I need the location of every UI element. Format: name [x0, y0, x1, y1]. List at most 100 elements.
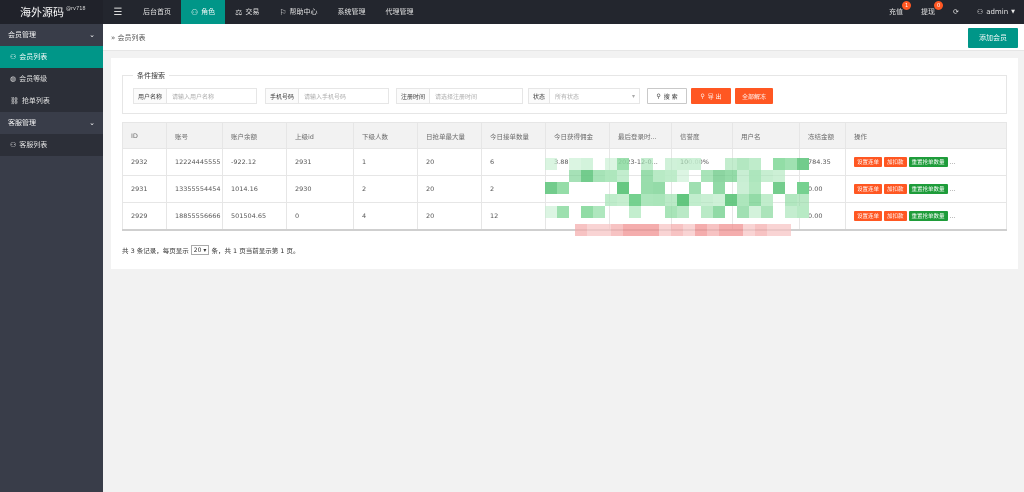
- col-credit[interactable]: 信誉度: [671, 122, 733, 149]
- globe-icon: ◍: [10, 75, 17, 83]
- breadcrumb-current: 会员列表: [117, 34, 146, 42]
- status-select[interactable]: 所有状态 ▾: [550, 88, 641, 104]
- phone-input[interactable]: 请输入手机号码: [299, 88, 390, 104]
- page-size-select[interactable]: 20 ▾: [190, 245, 210, 255]
- col-username[interactable]: 用户名: [732, 122, 800, 149]
- set-order-button[interactable]: 设置连单: [854, 210, 883, 221]
- reset-orders-button[interactable]: 重置抢单数量: [908, 210, 948, 221]
- cell-username: [732, 148, 800, 176]
- nav-role[interactable]: ⚇ 角色: [181, 0, 226, 24]
- cell-username: [732, 202, 800, 231]
- export-button[interactable]: ⚲ 导 出: [691, 88, 731, 104]
- search-button-label: 搜 索: [663, 93, 678, 101]
- flag-icon: ⚐: [279, 7, 287, 17]
- user-icon: ⚇: [976, 8, 984, 16]
- reset-orders-button[interactable]: 重置抢单数量: [908, 184, 948, 194]
- add-deduct-button[interactable]: 加扣款: [884, 184, 907, 194]
- page-size-value: 20: [193, 246, 202, 254]
- cell-actions: 设置连单 加扣款 重置抢单数量...: [845, 148, 1007, 176]
- sidebar-group-service[interactable]: 客服管理 ⌄: [0, 112, 103, 134]
- cell-last-login: [609, 202, 672, 231]
- cell-today-commission: [545, 175, 610, 203]
- sidebar-item-member-list[interactable]: ⚇ 会员列表: [0, 46, 103, 68]
- cell-parent-id: 0: [286, 202, 354, 231]
- refresh-icon[interactable]: ⟳: [944, 0, 968, 24]
- search-button[interactable]: ⚲ 搜 索: [647, 88, 687, 104]
- col-today-orders[interactable]: 今日接单数量: [481, 122, 546, 149]
- nav-system-label: 系统管理: [337, 8, 366, 16]
- cell-actions: 设置连单 加扣款 重置抢单数量...: [845, 175, 1007, 203]
- unlock-all-button[interactable]: 全部解冻: [735, 88, 773, 104]
- chevron-down-icon: ⌄: [89, 31, 95, 39]
- col-balance[interactable]: 账户余额: [222, 122, 287, 149]
- col-sub-count[interactable]: 下级人数: [353, 122, 418, 149]
- sidebar-item-order-list[interactable]: ⛓ 抢单列表: [0, 90, 103, 112]
- pagination: 共 3 条记录，每页显示 20 ▾ 条，共 1 页当前显示第 1 页。: [122, 245, 299, 255]
- admin-menu[interactable]: ⚇ admin ▼: [968, 0, 1024, 24]
- user-icon: ⚇: [191, 7, 199, 17]
- sidebar: 会员管理 ⌄ ⚇ 会员列表 ◍ 会员等级 ⛓ 抢单列表 客服管理 ⌄ ⚇ 客服列…: [0, 24, 103, 492]
- col-parent-id[interactable]: 上级id: [286, 122, 354, 149]
- col-frozen[interactable]: 冻结金额: [799, 122, 846, 149]
- logo-text: 海外源码: [20, 6, 64, 19]
- nav-trade[interactable]: ⚖ 交易: [225, 0, 269, 24]
- status-filter: 状态 所有状态 ▾: [528, 88, 641, 104]
- sidebar-item-member-level[interactable]: ◍ 会员等级: [0, 68, 103, 90]
- user-icon: ⚇: [10, 53, 17, 61]
- add-deduct-button[interactable]: 加扣款: [884, 210, 907, 221]
- withdraw-link[interactable]: 提现 0: [912, 0, 944, 24]
- add-deduct-button[interactable]: 加扣款: [884, 157, 907, 167]
- sidebar-item-label: 会员列表: [19, 53, 48, 61]
- set-order-button[interactable]: 设置连单: [854, 157, 883, 167]
- menu-icon[interactable]: ☰: [103, 0, 133, 24]
- more-actions-icon[interactable]: ...: [950, 186, 956, 193]
- cell-account: 12224445555: [166, 148, 223, 176]
- table-row: 2932 12224445555 -922.12 2931 1 20 6 3.88 2023-1…: [122, 148, 1007, 176]
- nav-home[interactable]: 后台首页: [133, 0, 181, 24]
- cell-balance: -922.12: [222, 148, 287, 176]
- status-value: 所有状态: [555, 93, 580, 101]
- col-account[interactable]: 账号: [166, 122, 223, 149]
- username-input[interactable]: 请输入用户名称: [167, 88, 258, 104]
- link-icon: ⛓: [10, 97, 19, 105]
- table-header-row: ID 账号 账户余额 上级id 下级人数 日抢单最大量 今日接单数量 今日获得佣…: [122, 122, 1007, 149]
- col-daily-max[interactable]: 日抢单最大量: [417, 122, 482, 149]
- regtime-input[interactable]: 请选择注册时间: [430, 88, 524, 104]
- reset-orders-button[interactable]: 重置抢单数量: [908, 157, 948, 167]
- cell-frozen: 0.00: [799, 202, 846, 231]
- logo[interactable]: 海外源码 @rv718: [0, 0, 103, 24]
- cell-today-orders: 6: [481, 148, 546, 176]
- sidebar-group-members[interactable]: 会员管理 ⌄: [0, 24, 103, 46]
- nav-role-label: 角色: [201, 8, 216, 16]
- table-row: 2931 13355554454 1014.16 2930 2 20 2 0.00 设置连单 加扣…: [122, 175, 1007, 203]
- cell-credit: [671, 175, 733, 203]
- sidebar-item-service-list[interactable]: ⚇ 客服列表: [0, 134, 103, 156]
- cell-today-commission: 3.88: [545, 148, 610, 176]
- col-id[interactable]: ID: [122, 122, 167, 149]
- recharge-badge: 1: [902, 1, 912, 10]
- recharge-link[interactable]: 充值 1: [880, 0, 912, 24]
- more-actions-icon[interactable]: ...: [950, 159, 956, 166]
- nav-system[interactable]: 系统管理: [328, 0, 376, 24]
- col-today-commission[interactable]: 今日获得佣金: [545, 122, 610, 149]
- add-member-button[interactable]: 添加会员: [968, 28, 1018, 48]
- nav-help[interactable]: ⚐ 帮助中心: [269, 0, 327, 24]
- set-order-button[interactable]: 设置连单: [854, 184, 883, 194]
- cell-credit: 100.00%: [671, 148, 733, 176]
- regtime-label: 注册时间: [396, 88, 431, 104]
- nav-home-label: 后台首页: [143, 8, 171, 16]
- cell-sub-count: 2: [353, 175, 418, 203]
- cell-parent-id: 2931: [286, 148, 354, 176]
- main-panel: 条件搜索 用户名称 请输入用户名称 手机号码 请输入手机号码 注册时间 请选择注…: [111, 58, 1018, 269]
- cell-today-commission: [545, 202, 610, 231]
- cell-parent-id: 2930: [286, 175, 354, 203]
- search-icon: ⚲: [656, 92, 661, 100]
- col-last-login[interactable]: 最后登录时...: [609, 122, 672, 149]
- more-actions-icon[interactable]: ...: [950, 213, 956, 220]
- sidebar-group-label: 会员管理: [8, 31, 36, 39]
- nav-agent[interactable]: 代理管理: [376, 0, 424, 24]
- cell-credit: [671, 202, 733, 231]
- cell-last-login: [609, 175, 672, 203]
- cell-daily-max: 20: [417, 202, 482, 231]
- sidebar-item-label: 客服列表: [19, 141, 48, 149]
